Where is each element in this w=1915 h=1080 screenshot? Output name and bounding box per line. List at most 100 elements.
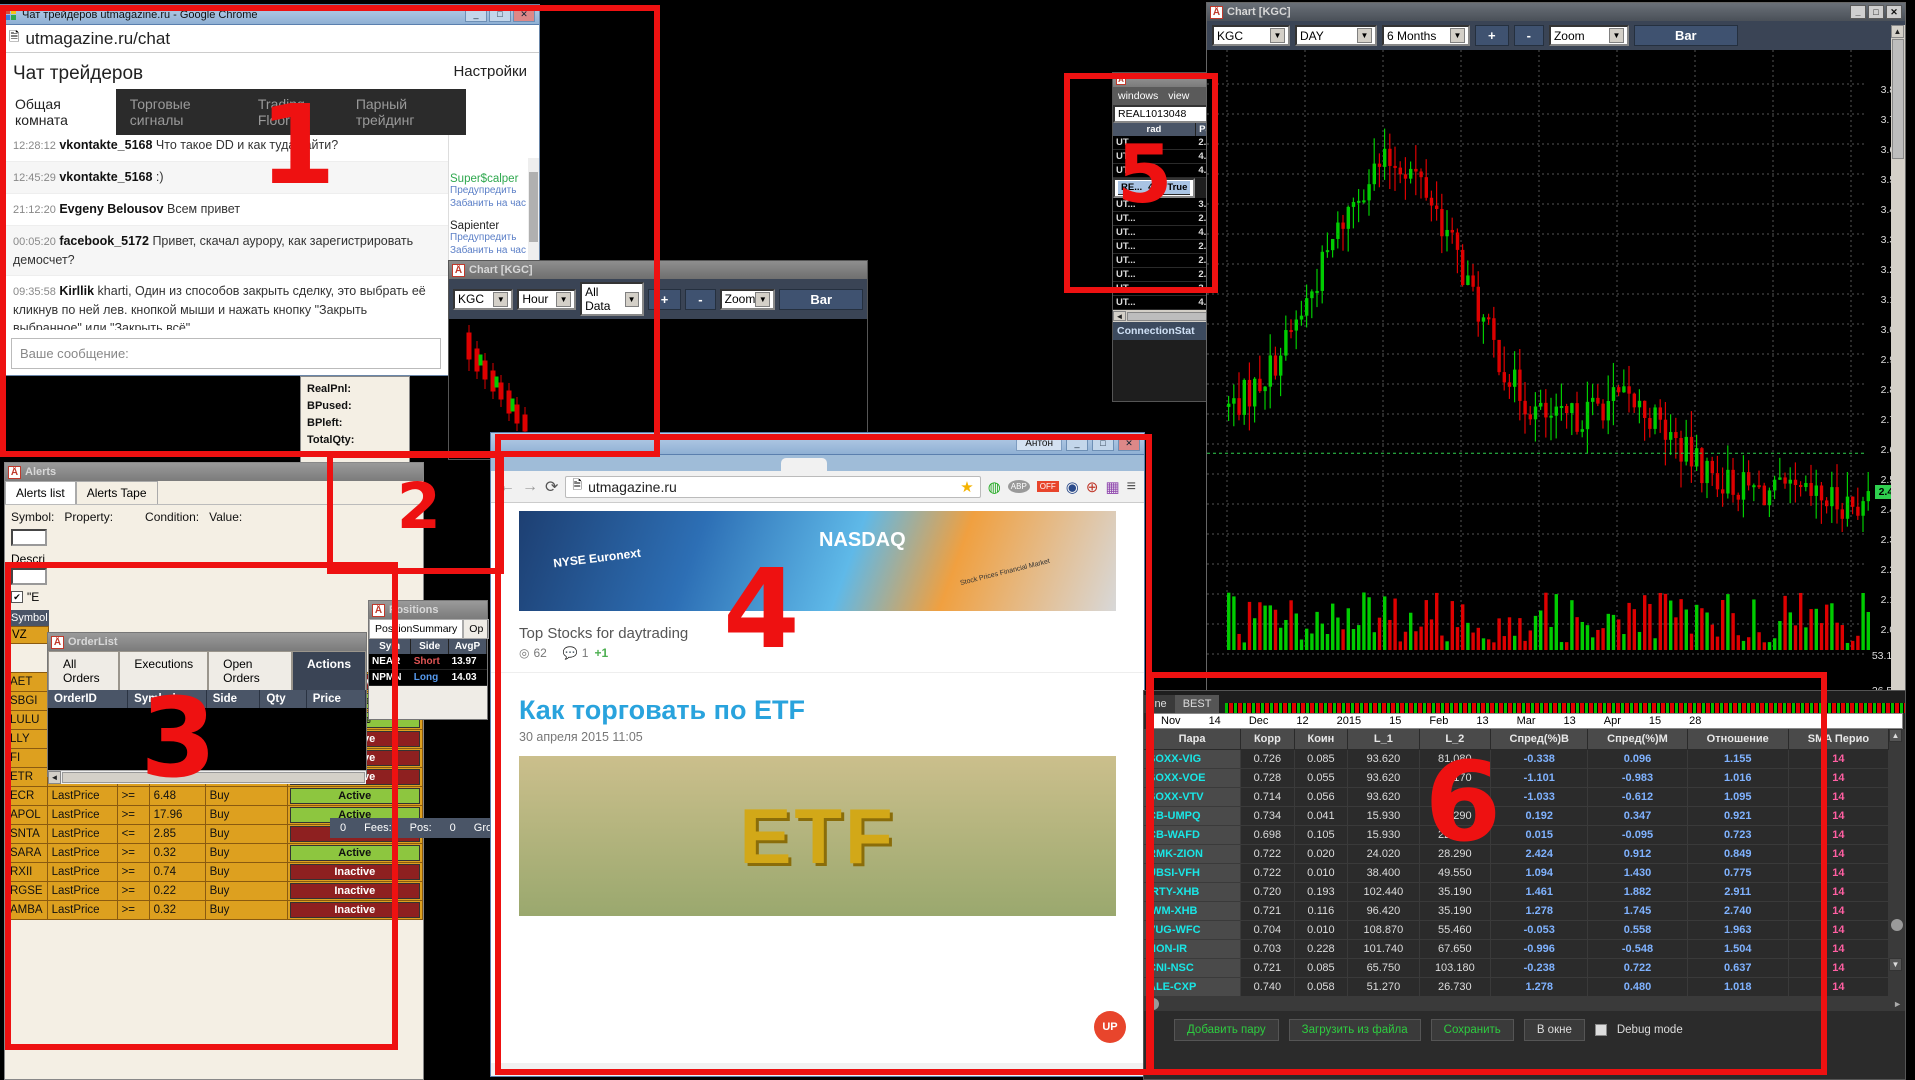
tab-actions[interactable]: Actions [291, 651, 366, 690]
chart-close-button[interactable]: ✕ [1886, 5, 1902, 19]
chevron-down-icon[interactable]: ▼ [1270, 28, 1285, 43]
table-row[interactable]: HON-IR 0.703 0.228 101.740 67.650 -0.996 -0.54… [1144, 939, 1889, 959]
col-L_1[interactable]: L_1 [1347, 729, 1420, 750]
col-Коин[interactable]: Коин [1294, 729, 1349, 750]
chart-small-period-select[interactable]: Hour ▼ [517, 288, 577, 310]
chart-main-zoom-out-button[interactable]: - [1513, 25, 1544, 46]
table-row[interactable]: IWM-XHB 0.721 0.116 96.420 35.190 1.278 1.745 2… [1144, 901, 1889, 921]
table-row[interactable]: RMK-ZION 0.722 0.020 24.020 28.290 2.424 0.912… [1144, 844, 1889, 864]
browser-titlebar[interactable]: Антон _ □ ✕ [491, 433, 1144, 455]
bar-extension-icon[interactable]: ▦ [1105, 478, 1119, 496]
tab-position-summary[interactable]: PositionSummary [369, 619, 464, 639]
chart-small-window[interactable]: Å Chart [KGC] KGC ▼ Hour ▼ All Data ▼ + … [448, 260, 868, 460]
chart-small-toolbar[interactable]: KGC ▼ Hour ▼ All Data ▼ + - Zoom ▼ Bar [449, 279, 867, 319]
col-Спред(%)В[interactable]: Спред(%)В [1490, 729, 1589, 750]
chart-main-bar-button[interactable]: Bar [1633, 25, 1738, 46]
chart-small-zoom-select[interactable]: Zoom ▼ [719, 288, 776, 310]
scroll-left-icon[interactable]: ◄ [1113, 311, 1126, 321]
scrollbar-thumb[interactable] [1147, 998, 1159, 1010]
chart-main-period-select[interactable]: DAY ▼ [1295, 25, 1377, 46]
scroll-up-icon[interactable]: ▲ [1889, 729, 1902, 742]
tab-alerts-list[interactable]: Alerts list [5, 481, 76, 504]
positions-tabs[interactable]: PositionSummary Op [369, 619, 490, 639]
pairs-footer[interactable]: Добавить пару Загрузить из файла Сохрани… [1144, 1011, 1905, 1049]
globe-icon[interactable]: ◉ [1066, 478, 1079, 496]
windows-panel-account-input[interactable]: REAL1013048 [1113, 105, 1209, 123]
chevron-down-icon[interactable]: ▼ [1357, 28, 1372, 43]
alerts-first-row[interactable]: VZ [5, 626, 49, 644]
browser-toolbar[interactable]: ← → ⟳ 🗎 utmagazine.ru ★ ◍ ABP OFF ◉ ⊕ ▦ … [491, 471, 1144, 503]
browser-page-content[interactable]: NYSE Euronext NASDAQ Stock Prices Financ… [491, 503, 1144, 1063]
tab-best[interactable]: BEST [1174, 695, 1220, 713]
table-row[interactable]: UBSI-VFH 0.722 0.010 38.400 49.550 1.094 1.430… [1144, 863, 1889, 883]
tab-line[interactable]: ine [1144, 695, 1175, 713]
chart-small-zoom-in-button[interactable]: + [647, 288, 682, 310]
positions-titlebar[interactable]: Å Positions [369, 601, 487, 619]
chart-minimize-button[interactable]: _ [1850, 5, 1866, 19]
table-row[interactable]: NPMN Long 14.03 [369, 669, 487, 686]
menu-view[interactable]: view [1168, 90, 1189, 102]
tab-alerts-tape[interactable]: Alerts Tape [75, 481, 158, 504]
browser-active-tab[interactable] [781, 458, 827, 472]
table-row[interactable]: RXII LastPrice >= 0.74 Buy Inactive [5, 862, 424, 882]
scroll-down-icon[interactable]: ▼ [1889, 958, 1902, 971]
windows-panel-menubar[interactable]: windows view [1113, 87, 1209, 105]
bookmark-star-icon[interactable]: ★ [960, 478, 973, 496]
table-row[interactable]: CB-UMPQ 0.734 0.041 15.930 17.290 0.192 0.347 0… [1144, 806, 1889, 826]
browser-maximize-button[interactable]: □ [1092, 436, 1114, 451]
table-row[interactable]: SOXX-VOE 0.728 0.055 93.620 92.170 -1.101 -0.9… [1144, 768, 1889, 788]
list-item[interactable]: Super$calper Предупредить Забанить на ча… [450, 173, 528, 210]
pairs-vscrollbar[interactable]: ▲ ▼ [1889, 729, 1905, 997]
chat-user-action[interactable]: Предупредить Забанить на час [450, 232, 528, 257]
article-headline[interactable]: Как торговать по ETF [491, 673, 1144, 730]
table-row[interactable]: CNI-NSC 0.721 0.085 65.750 103.180 -0.238 0.72… [1144, 958, 1889, 978]
extension-green-icon[interactable]: ◍ [988, 478, 1001, 496]
table-row[interactable]: CB-WAFD 0.698 0.105 15.930 22.030 0.015 -0.095… [1144, 825, 1889, 845]
chart-small-titlebar[interactable]: Å Chart [KGC] [449, 261, 867, 279]
alerts-description-input[interactable] [11, 568, 47, 585]
chat-maximize-button[interactable]: □ [489, 7, 511, 22]
browser-tabstrip[interactable] [491, 455, 1144, 472]
chevron-down-icon[interactable]: ▼ [1608, 28, 1624, 43]
chat-username[interactable]: Sapienter [450, 220, 528, 232]
scroll-to-top-button[interactable]: UP [1094, 1011, 1126, 1043]
pairs-hscrollbar[interactable]: ► [1144, 997, 1905, 1011]
pairs-tabs[interactable]: ine BEST [1144, 691, 1905, 713]
debug-mode-checkbox[interactable] [1594, 1024, 1607, 1036]
browser-close-button[interactable]: ✕ [1118, 436, 1140, 451]
chart-small-zoom-out-button[interactable]: - [685, 288, 716, 310]
tab-parnyj-trejding[interactable]: Парный трейдинг [342, 89, 466, 135]
back-icon[interactable]: ← [499, 478, 515, 496]
chevron-down-icon[interactable]: ▼ [556, 291, 572, 307]
in-window-button[interactable]: В окне [1523, 1019, 1585, 1041]
chevron-down-icon[interactable]: ▼ [493, 291, 509, 307]
tab-open-orders[interactable]: Open Orders [208, 651, 292, 690]
chart-main-vscrollbar[interactable]: ▲ [1891, 25, 1905, 690]
list-item[interactable]: Sapienter Предупредить Забанить на час [450, 220, 528, 257]
tab-torgovye-signaly[interactable]: Торговые сигналы [116, 89, 244, 135]
chat-username[interactable]: Super$calper [450, 173, 528, 185]
menu-windows[interactable]: windows [1118, 90, 1158, 102]
chart-extension-icon[interactable]: OFF [1036, 481, 1059, 492]
chart-main-symbol-select[interactable]: KGC ▼ [1212, 25, 1290, 46]
reload-icon[interactable]: ⟳ [545, 477, 558, 497]
alerts-enabled-checkbox[interactable]: ✔ [11, 591, 23, 603]
col-Корр[interactable]: Корр [1240, 729, 1295, 750]
table-row[interactable]: SARA LastPrice >= 0.32 Buy Active [5, 843, 424, 863]
tab-obshaya-komnata[interactable]: Общая комната [1, 89, 116, 135]
col-Пара[interactable]: Пара [1144, 729, 1242, 750]
chart-main-titlebar[interactable]: Å Chart [KGC] _ □ ✕ [1207, 3, 1905, 21]
table-row[interactable]: ALE-CXP 0.740 0.058 51.270 26.730 1.278 0.480 1… [1144, 977, 1889, 997]
chevron-down-icon[interactable]: ▼ [755, 291, 771, 307]
clock-extension-icon[interactable]: ⊕ [1086, 478, 1099, 496]
chart-main-zoom-in-button[interactable]: + [1475, 25, 1509, 46]
chat-user-action[interactable]: Предупредить Забанить на час [450, 185, 528, 210]
positions-table[interactable]: Sym Side AvgP NEAR Short 13.97 NPMN Long… [369, 639, 487, 686]
chart-small-bar-button[interactable]: Bar [779, 288, 864, 310]
chat-address-bar[interactable]: 🗎 utmagazine.ru/chat [1, 25, 539, 53]
user-badge[interactable]: Антон [1016, 436, 1062, 451]
table-row[interactable]: IRTY-XHB 0.720 0.193 102.440 35.190 1.461 1.88… [1144, 882, 1889, 902]
chart-main-range-select[interactable]: 6 Months ▼ [1382, 25, 1470, 46]
windows-panel-hscrollbar[interactable]: ◄ [1113, 310, 1209, 322]
tab-all-orders[interactable]: All Orders [48, 651, 120, 690]
